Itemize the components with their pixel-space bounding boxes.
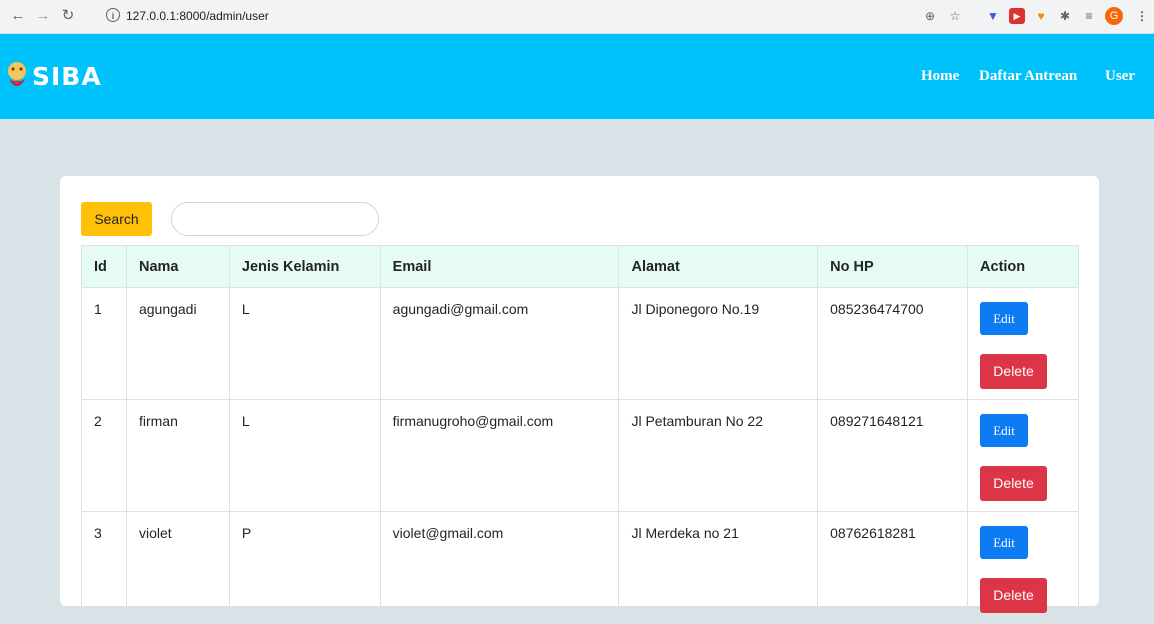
cell-alamat: Jl Petamburan No 22 <box>618 399 819 512</box>
column-header-jenis-kelamin: Jenis Kelamin <box>228 245 381 288</box>
edit-button[interactable]: Edit <box>980 414 1029 447</box>
brand-name: SIBA <box>32 62 102 91</box>
table-row: 3 violet P violet@gmail.com Jl Merdeka n… <box>81 511 1079 624</box>
cell-alamat: Jl Merdeka no 21 <box>618 511 819 624</box>
cell-nama: firman <box>125 399 230 512</box>
column-header-id: Id <box>81 245 127 288</box>
column-header-alamat: Alamat <box>618 245 819 288</box>
cell-id: 1 <box>81 287 127 400</box>
reading-list-icon[interactable]: ≡ <box>1081 8 1097 24</box>
search-input[interactable] <box>171 202 379 236</box>
users-table: Id Nama Jenis Kelamin Email Alamat No HP… <box>81 245 1079 624</box>
column-header-nama: Nama <box>125 245 230 288</box>
cell-id: 2 <box>81 399 127 512</box>
forward-arrow-icon[interactable]: → <box>33 6 53 26</box>
cell-nama: violet <box>125 511 230 624</box>
delete-button[interactable]: Delete <box>980 578 1048 613</box>
cell-email: firmanugroho@gmail.com <box>379 399 620 512</box>
bookmark-star-icon[interactable]: ☆ <box>947 8 963 24</box>
column-header-email: Email <box>379 245 620 288</box>
delete-button[interactable]: Delete <box>980 354 1048 389</box>
cell-action: Edit Delete <box>967 511 1079 624</box>
cell-action: Edit Delete <box>967 287 1079 400</box>
cell-action: Edit Delete <box>967 399 1079 512</box>
more-menu-icon[interactable]: ⋮ <box>1134 8 1150 24</box>
app-header: SIBA Home Daftar Antrean User <box>0 34 1154 119</box>
cell-alamat: Jl Diponegoro No.19 <box>618 287 819 400</box>
nav-user[interactable]: User <box>1105 68 1135 85</box>
extension-icon[interactable]: ▶ <box>1009 8 1025 24</box>
url-text: 127.0.0.1:8000/admin/user <box>126 9 269 23</box>
cell-email: violet@gmail.com <box>379 511 620 624</box>
cell-jenis-kelamin: L <box>228 399 381 512</box>
fox-extension-icon[interactable]: ♥ <box>1033 8 1049 24</box>
zoom-icon[interactable]: ⊕ <box>922 8 938 24</box>
address-bar[interactable]: i 127.0.0.1:8000/admin/user <box>98 5 968 27</box>
cell-no-hp: 08762618281 <box>817 511 969 624</box>
back-arrow-icon[interactable]: ← <box>8 6 28 26</box>
profile-avatar[interactable]: G <box>1105 7 1123 25</box>
nav-home[interactable]: Home <box>921 68 959 85</box>
cell-jenis-kelamin: P <box>228 511 381 624</box>
cell-nama: agungadi <box>125 287 230 400</box>
reload-icon[interactable]: ↻ <box>58 6 78 26</box>
nav-daftar-antrean[interactable]: Daftar Antrean <box>979 68 1077 85</box>
browser-toolbar: ← → ↻ i 127.0.0.1:8000/admin/user ⊕ ☆ ▼ … <box>0 0 1154 34</box>
puzzle-extensions-icon[interactable]: ✱ <box>1057 8 1073 24</box>
edit-button[interactable]: Edit <box>980 526 1029 559</box>
cell-id: 3 <box>81 511 127 624</box>
info-icon[interactable]: i <box>106 8 120 22</box>
cell-no-hp: 085236474700 <box>817 287 969 400</box>
column-header-action: Action <box>967 245 1079 288</box>
search-button[interactable]: Search <box>81 202 152 236</box>
logo-icon <box>8 62 26 86</box>
delete-button[interactable]: Delete <box>980 466 1048 501</box>
table-row: 2 firman L firmanugroho@gmail.com Jl Pet… <box>81 399 1079 512</box>
table-header-row: Id Nama Jenis Kelamin Email Alamat No HP… <box>81 245 1079 288</box>
cell-no-hp: 089271648121 <box>817 399 969 512</box>
shield-extension-icon[interactable]: ▼ <box>985 8 1001 24</box>
cell-jenis-kelamin: L <box>228 287 381 400</box>
cell-email: agungadi@gmail.com <box>379 287 620 400</box>
edit-button[interactable]: Edit <box>980 302 1029 335</box>
column-header-no-hp: No HP <box>817 245 969 288</box>
table-row: 1 agungadi L agungadi@gmail.com Jl Dipon… <box>81 287 1079 400</box>
